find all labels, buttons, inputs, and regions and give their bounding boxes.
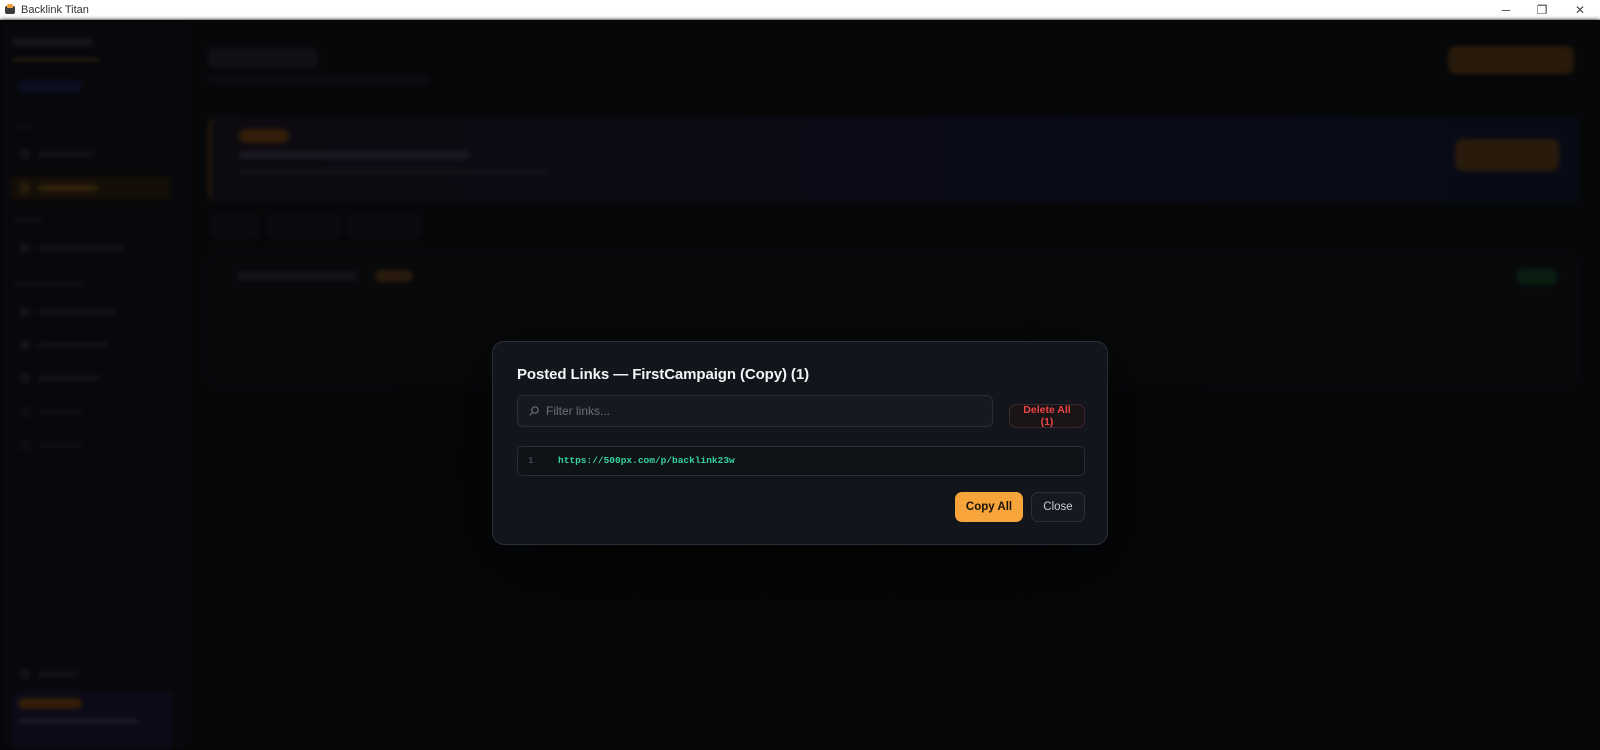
copy-all-button[interactable]: Copy All — [955, 492, 1023, 522]
posted-links-dialog: Posted Links — FirstCampaign (Copy) (1) … — [492, 341, 1108, 545]
filter-links-input[interactable] — [546, 396, 986, 426]
window-title: Backlink Titan — [21, 3, 89, 16]
delete-all-button[interactable]: Delete All (1) — [1009, 404, 1085, 428]
restore-button[interactable]: ❐ — [1524, 0, 1560, 19]
posted-link-url[interactable]: https://500px.com/p/backlink23w — [558, 455, 735, 466]
posted-links-list: 1 https://500px.com/p/backlink23w — [517, 446, 1085, 476]
search-icon — [529, 406, 539, 416]
close-button[interactable]: Close — [1031, 492, 1085, 522]
window-close-button[interactable]: ✕ — [1562, 0, 1598, 19]
window-titlebar: Backlink Titan ─ ❐ ✕ — [0, 0, 1600, 20]
filter-links-field[interactable] — [517, 395, 993, 427]
dialog-title: Posted Links — FirstCampaign (Copy) (1) — [517, 366, 809, 383]
app-logo-icon — [4, 3, 16, 16]
minimize-button[interactable]: ─ — [1488, 0, 1524, 19]
link-line-number: 1 — [528, 456, 534, 466]
